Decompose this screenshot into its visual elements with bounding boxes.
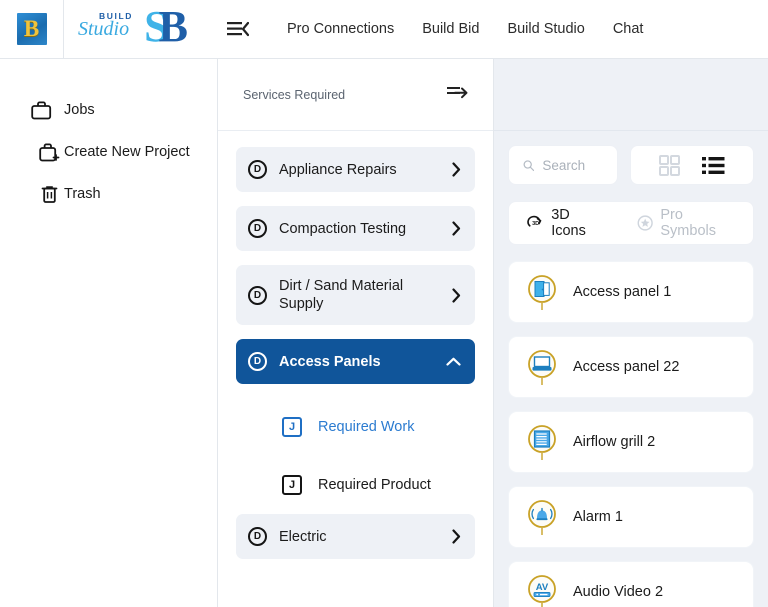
app-root: B BUILD Studio SB Pro Connections Build … — [0, 0, 768, 607]
segment-3d-icons-label: 3D Icons — [551, 207, 586, 239]
svg-text:3D: 3D — [532, 221, 539, 227]
product-card-access-panel-1[interactable]: Access panel 1 — [508, 261, 754, 323]
chevron-right-icon — [452, 287, 461, 303]
products-panel: 3D 3D Icons Pro Symbols — [494, 59, 768, 607]
grid-view-button[interactable] — [659, 154, 680, 176]
services-panel: Services Required D Appliance Repairs D … — [218, 59, 494, 607]
service-badge-icon: D — [248, 160, 267, 179]
logo-b-icon: B — [16, 13, 47, 45]
audio-video-icon: AV — [528, 575, 556, 607]
products-body: 3D 3D Icons Pro Symbols — [494, 131, 768, 607]
chevron-right-icon — [452, 221, 461, 236]
access-panel-hatch-icon — [528, 350, 556, 385]
product-card-airflow-grill-2[interactable]: Airflow grill 2 — [508, 411, 754, 473]
services-expand-button[interactable] — [447, 85, 469, 105]
service-item-dirt-sand-material-supply[interactable]: D Dirt / Sand Material Supply — [236, 265, 475, 325]
products-header-spacer — [494, 59, 768, 131]
sub-item-required-work[interactable]: J Required Work — [236, 398, 475, 456]
sidebar-collapse-button[interactable] — [217, 0, 259, 58]
services-title: Services Required — [243, 87, 346, 102]
logo-monogram-icon: SB — [144, 2, 188, 51]
primary-logo[interactable]: B — [0, 0, 64, 58]
search-box[interactable] — [508, 145, 618, 185]
hamburger-collapse-icon — [227, 21, 249, 37]
nav-item-build-studio[interactable]: Build Studio — [507, 21, 584, 37]
services-list: D Appliance Repairs D Compaction Testing… — [218, 131, 493, 607]
service-item-label: Dirt / Sand Material Supply — [279, 278, 404, 312]
service-item-label: Electric — [279, 528, 327, 545]
segment-pro-symbols[interactable]: Pro Symbols — [629, 207, 743, 239]
sub-item-required-product-label: Required Product — [318, 477, 431, 493]
briefcase-icon — [18, 101, 64, 120]
airflow-grill-icon — [528, 425, 556, 460]
product-card-label: Access panel 1 — [573, 284, 672, 300]
list-icon — [702, 156, 725, 174]
access-panel-door-icon — [528, 275, 556, 310]
chevron-up-icon — [446, 357, 461, 366]
sidebar-item-jobs[interactable]: Jobs — [0, 89, 217, 131]
service-item-compaction-testing[interactable]: D Compaction Testing — [236, 206, 475, 251]
sidebar-item-jobs-label: Jobs — [64, 102, 95, 118]
nav-item-build-bid[interactable]: Build Bid — [422, 21, 479, 37]
trash-icon — [18, 184, 64, 204]
main-nav: Pro Connections Build Bid Build Studio C… — [259, 0, 768, 58]
sidebar-item-trash-label: Trash — [64, 186, 101, 202]
chevron-right-icon — [452, 162, 461, 177]
svg-text:AV: AV — [536, 582, 549, 593]
sidebar-item-create-new-project[interactable]: Create New Project — [0, 131, 217, 173]
top-bar: B BUILD Studio SB Pro Connections Build … — [0, 0, 768, 59]
service-badge-icon: D — [248, 285, 267, 305]
products-toolbar — [508, 145, 754, 185]
services-header: Services Required — [218, 59, 493, 131]
icon-type-segmented-control: 3D 3D Icons Pro Symbols — [508, 201, 754, 245]
required-work-badge-icon: J — [282, 417, 302, 437]
grid-icon — [659, 154, 680, 176]
lines-arrow-right-icon — [447, 86, 468, 98]
sidebar-item-create-new-project-label: Create New Project — [64, 144, 190, 160]
build-studio-logo-graphic: BUILD Studio SB — [72, 2, 188, 52]
service-item-electric[interactable]: D Electric — [236, 514, 475, 559]
service-item-appliance-repairs[interactable]: D Appliance Repairs — [236, 147, 475, 192]
product-card-label: Airflow grill 2 — [573, 434, 656, 450]
service-item-label: Appliance Repairs — [279, 161, 397, 178]
service-item-label: Compaction Testing — [279, 220, 407, 237]
logo-studio-text: Studio — [78, 18, 130, 40]
segment-pro-symbols-label: Pro Symbols — [660, 207, 716, 239]
service-item-access-panels[interactable]: D Access Panels — [236, 339, 475, 384]
chevron-right-icon — [452, 529, 461, 544]
sub-item-required-product[interactable]: J Required Product — [236, 456, 475, 514]
3d-icon: 3D — [527, 215, 542, 227]
search-input[interactable] — [542, 157, 603, 173]
service-item-label: Access Panels — [279, 353, 381, 370]
star-badge-icon — [637, 215, 653, 231]
body-area: Jobs Create New Project Trash Services R… — [0, 59, 768, 607]
service-badge-icon: D — [248, 527, 267, 546]
product-card-audio-video-2[interactable]: AV Audio Video 2 — [508, 561, 754, 607]
product-card-label: Alarm 1 — [573, 509, 623, 525]
nav-item-pro-connections[interactable]: Pro Connections — [287, 21, 394, 37]
sidebar-item-trash[interactable]: Trash — [0, 173, 217, 215]
search-icon — [523, 159, 535, 171]
sidebar: Jobs Create New Project Trash — [0, 59, 218, 607]
briefcase-plus-icon — [18, 143, 64, 162]
nav-item-chat[interactable]: Chat — [613, 21, 644, 37]
product-card-access-panel-22[interactable]: Access panel 22 — [508, 336, 754, 398]
build-studio-logo[interactable]: BUILD Studio SB — [64, 0, 217, 58]
sub-item-required-work-label: Required Work — [318, 419, 415, 435]
required-product-badge-icon: J — [282, 475, 302, 495]
list-view-button[interactable] — [702, 156, 725, 175]
alarm-bell-icon — [528, 500, 556, 535]
segment-3d-icons[interactable]: 3D 3D Icons — [519, 207, 611, 239]
product-card-alarm-1[interactable]: Alarm 1 — [508, 486, 754, 548]
product-card-label: Audio Video 2 — [573, 584, 664, 600]
product-card-label: Access panel 22 — [573, 359, 680, 375]
service-badge-icon: D — [248, 219, 267, 238]
service-badge-icon: D — [248, 352, 267, 371]
view-mode-toggle — [630, 145, 754, 185]
